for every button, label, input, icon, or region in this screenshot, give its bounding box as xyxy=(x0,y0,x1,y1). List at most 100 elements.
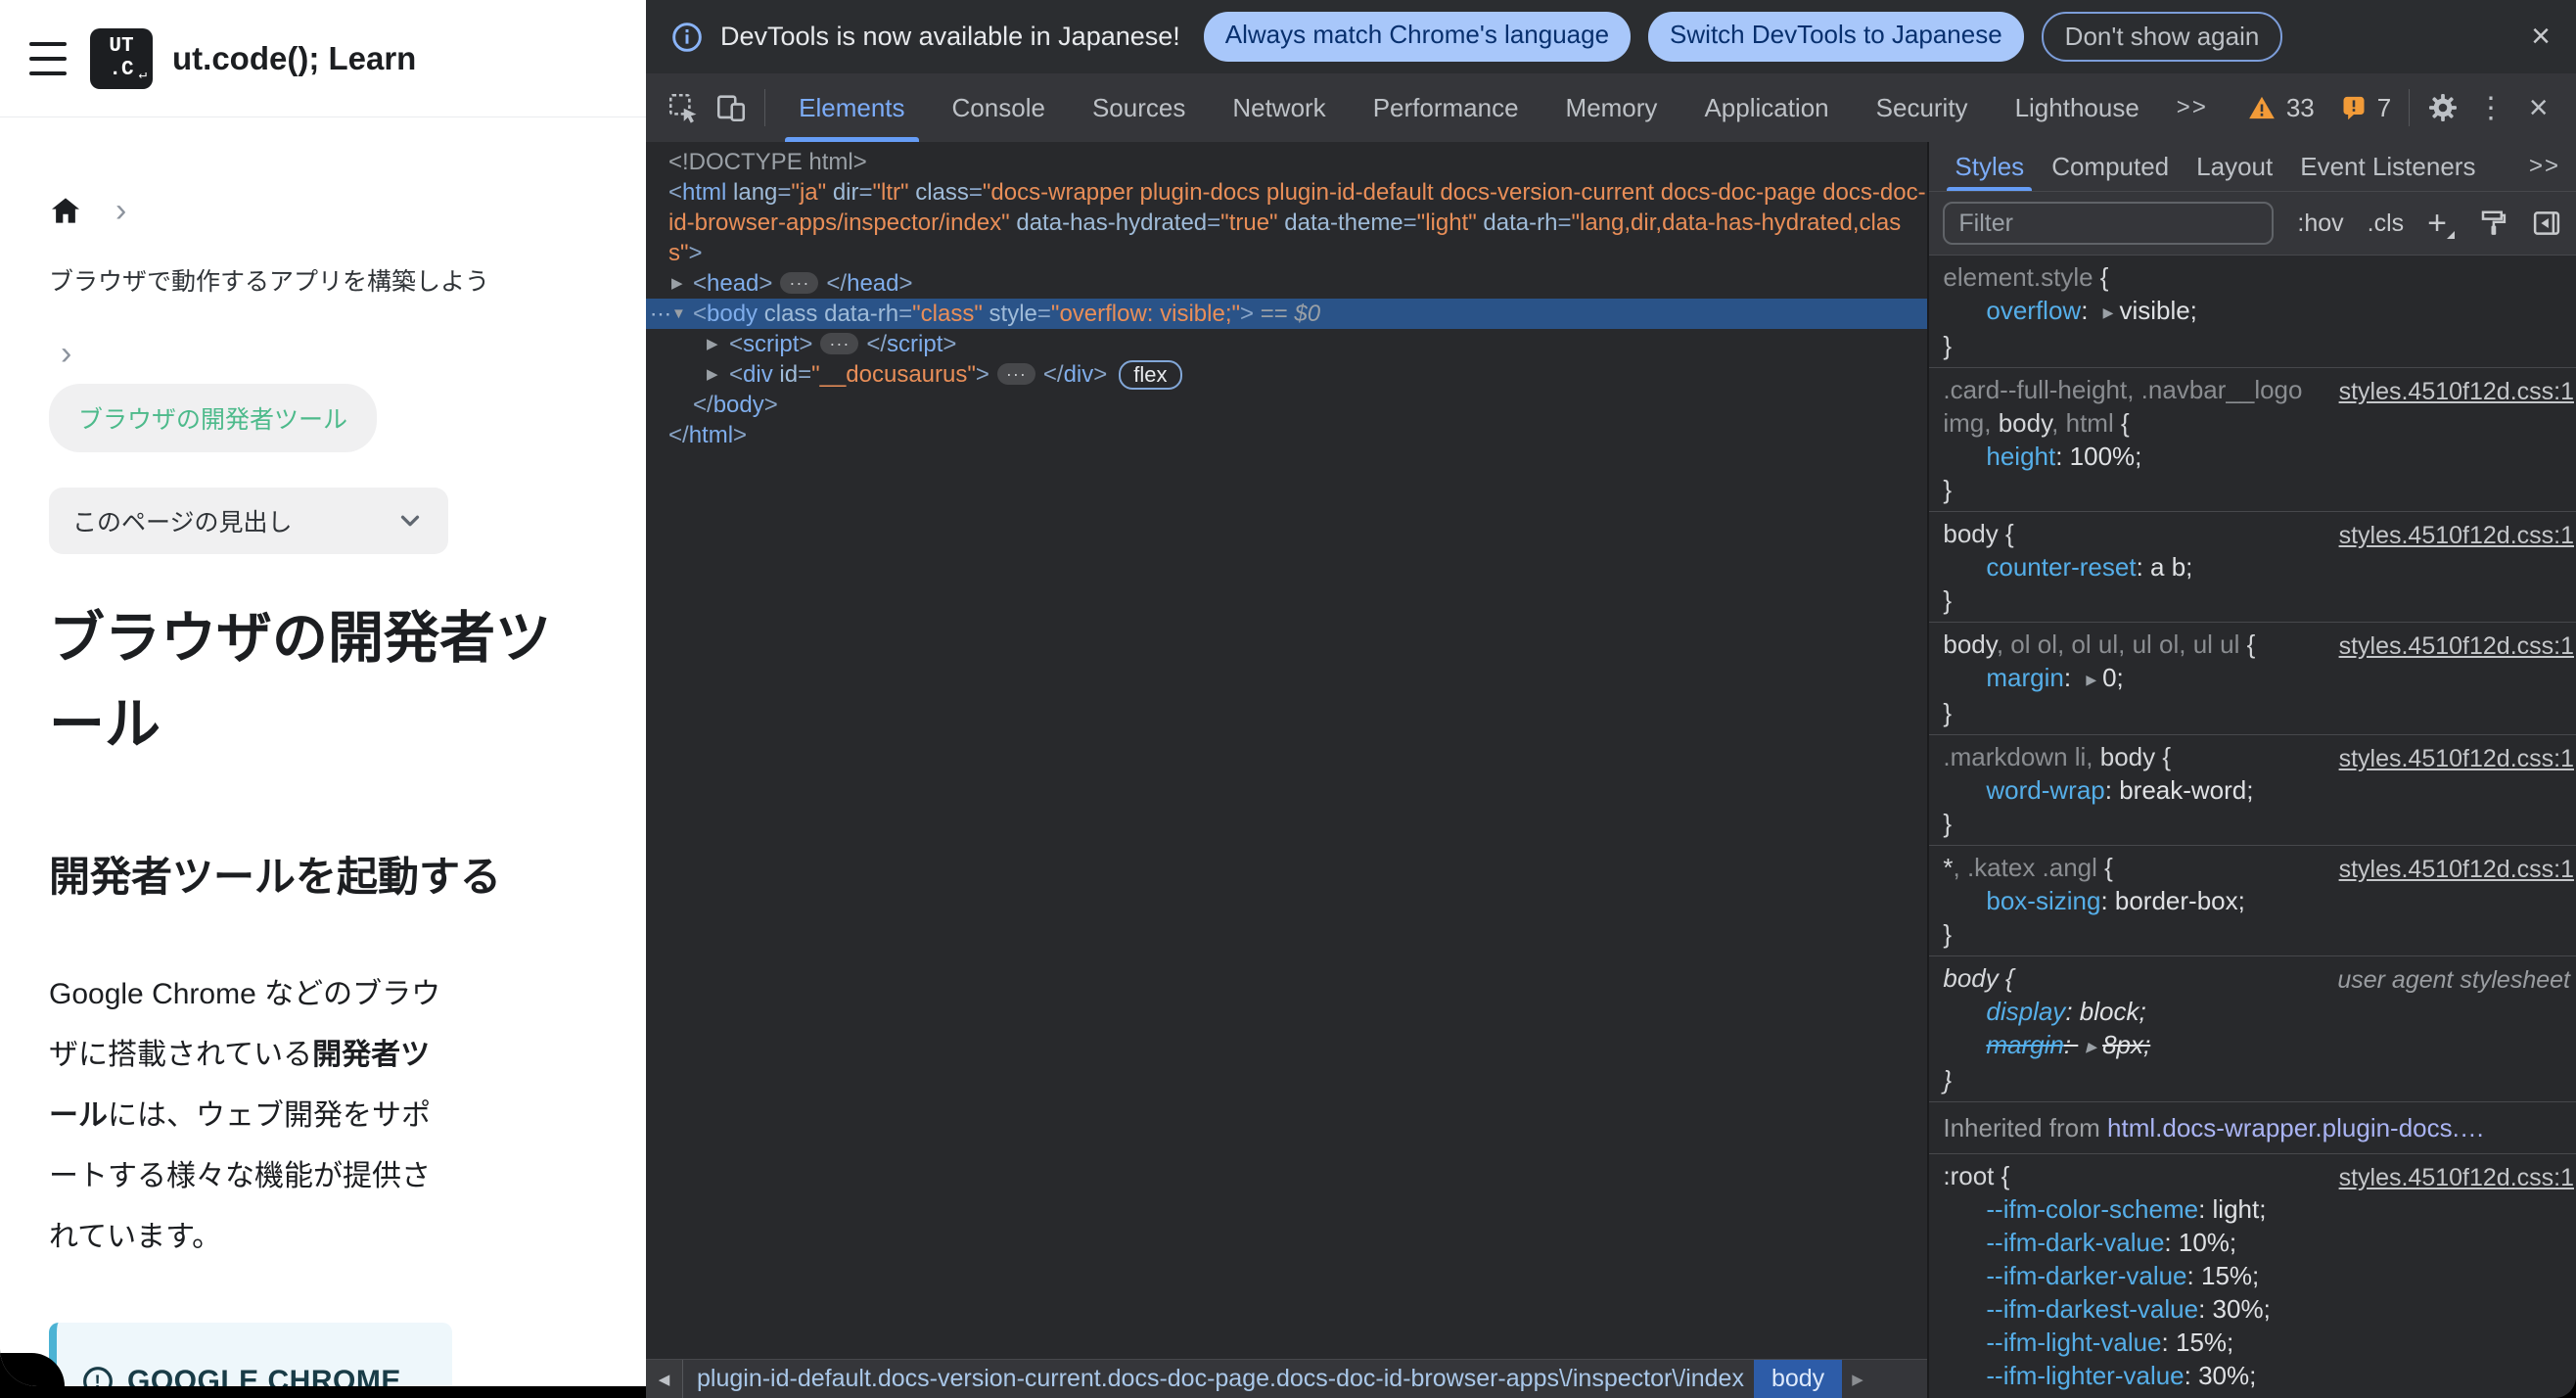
css-rule[interactable]: styles.4510f12d.css:1 *, .katex .angl {bo… xyxy=(1929,846,2576,956)
css-property[interactable]: height: 100%; xyxy=(1943,440,2576,473)
stylesheet-source-link[interactable]: styles.4510f12d.css:1 xyxy=(2339,519,2574,552)
format-brush-icon[interactable] xyxy=(2478,209,2507,238)
tab-elements[interactable]: Elements xyxy=(775,73,928,142)
dom-node[interactable]: </html> xyxy=(646,420,1927,450)
styles-tab-event-listeners[interactable]: Event Listeners xyxy=(2286,142,2489,191)
expand-ellipsis-button[interactable]: ··· xyxy=(996,363,1035,385)
tab-performance[interactable]: Performance xyxy=(1350,73,1542,142)
breadcrumb-item-current[interactable]: ブラウザの開発者ツール xyxy=(49,384,378,452)
flex-badge[interactable]: flex xyxy=(1119,360,1182,390)
css-property[interactable]: --ifm-color-scheme: light; xyxy=(1943,1192,2576,1226)
disclosure-down-icon[interactable]: ▼ xyxy=(671,299,686,329)
stylesheet-source-link[interactable]: styles.4510f12d.css:1 xyxy=(2339,853,2574,886)
stylesheet-source-label: user agent stylesheet xyxy=(2337,966,2570,994)
css-property[interactable]: --ifm-darker-value: 15%; xyxy=(1943,1259,2576,1292)
dom-breadcrumb-selected[interactable]: body xyxy=(1753,1360,1843,1398)
css-rule[interactable]: styles.4510f12d.css:1 body {counter-reset… xyxy=(1929,512,2576,623)
css-property[interactable]: box-sizing: border-box; xyxy=(1943,884,2576,917)
css-rule[interactable]: styles.4510f12d.css:1:root {--ifm-color-… xyxy=(1929,1154,2576,1398)
rule-closing-brace: } xyxy=(1943,331,1953,360)
issues-counter[interactable]: 7 xyxy=(2340,93,2391,123)
infobar-button-don-t-show-again[interactable]: Don't show again xyxy=(2041,12,2283,62)
css-property[interactable]: word-wrap: break-word; xyxy=(1943,773,2576,807)
breadcrumb-next-button[interactable]: ▶ xyxy=(1852,1371,1863,1388)
css-rule[interactable]: user agent stylesheet body {display: bloc… xyxy=(1929,956,2576,1102)
css-rule[interactable]: styles.4510f12d.css:1 .card--full-height,… xyxy=(1929,368,2576,512)
styles-more-tabs-button[interactable]: >> xyxy=(2529,153,2560,180)
site-logo[interactable]: UT .C ↵ xyxy=(90,27,153,89)
tab-sources[interactable]: Sources xyxy=(1069,73,1209,142)
infobar-button-switch-devtools-to-japanese[interactable]: Switch DevTools to Japanese xyxy=(1648,12,2024,62)
disclosure-right-icon[interactable]: ▶ xyxy=(671,268,683,299)
devtools-close-icon[interactable]: × xyxy=(2518,86,2558,129)
home-icon[interactable] xyxy=(49,195,82,226)
disclosure-right-icon[interactable]: ▶ xyxy=(707,359,718,390)
dom-node[interactable]: </body> xyxy=(646,390,1927,420)
breadcrumb-item-category[interactable]: ブラウザで動作するアプリを構築しよう xyxy=(49,262,646,298)
css-property[interactable]: margin: ▶ 8px; xyxy=(1943,1028,2576,1063)
stylesheet-source-link[interactable]: styles.4510f12d.css:1 xyxy=(2339,375,2574,408)
expand-value-icon[interactable]: ▶ xyxy=(2086,1030,2096,1063)
dom-node[interactable]: ▶ <div id="__docusaurus"> ··· </div> flex xyxy=(646,359,1927,390)
inherited-node-link[interactable]: html.docs-wrapper.plugin-docs.… xyxy=(2107,1113,2485,1142)
dom-node[interactable]: s"> xyxy=(646,238,1927,268)
tab-console[interactable]: Console xyxy=(929,73,1069,142)
tab-application[interactable]: Application xyxy=(1680,73,1852,142)
dom-node[interactable]: ▶ <script> ··· </script> xyxy=(646,329,1927,359)
css-rule[interactable]: styles.4510f12d.css:1 body, ol ol, ol ul,… xyxy=(1929,623,2576,735)
infobar-buttons: Always match Chrome's language Switch Dev… xyxy=(1203,12,2283,62)
tab-lighthouse[interactable]: Lighthouse xyxy=(1992,73,2163,142)
css-property[interactable]: overflow: ▶ visible; xyxy=(1943,294,2576,329)
dom-node[interactable]: <html lang="ja" dir="ltr" class="docs-wr… xyxy=(646,177,1927,208)
styles-filter-input[interactable] xyxy=(1943,202,2275,245)
dom-node[interactable]: id-browser-apps/inspector/index" data-ha… xyxy=(646,208,1927,238)
dom-breadcrumb-path[interactable]: plugin-id-default.docs-version-current.d… xyxy=(697,1365,1744,1393)
node-menu-dots-icon[interactable]: ⋯ xyxy=(650,299,672,329)
stylesheet-source-link[interactable]: styles.4510f12d.css:1 xyxy=(2339,742,2574,775)
toggle-hover-state[interactable]: :hov xyxy=(2297,210,2343,238)
expand-value-icon[interactable]: ▶ xyxy=(2086,663,2096,696)
css-property[interactable]: counter-reset: a b; xyxy=(1943,550,2576,583)
css-property[interactable]: --ifm-lightest-value: 50%; xyxy=(1943,1392,2576,1398)
kebab-menu-icon[interactable]: ⋮ xyxy=(2471,86,2511,129)
expand-ellipsis-button[interactable]: ··· xyxy=(780,272,819,294)
more-tabs-button[interactable]: >> xyxy=(2163,94,2222,121)
tab-security[interactable]: Security xyxy=(1853,73,1992,142)
styles-tab-computed[interactable]: Computed xyxy=(2038,142,2183,191)
infobar-close-icon[interactable]: × xyxy=(2531,18,2551,56)
dom-node[interactable]: <!DOCTYPE html> xyxy=(646,147,1927,177)
breadcrumb-back-button[interactable]: ◀ xyxy=(646,1360,683,1398)
dom-node[interactable]: ▶ <head> ··· </head> xyxy=(646,268,1927,299)
hamburger-menu-icon[interactable] xyxy=(29,41,67,75)
css-rule[interactable]: element.style {overflow: ▶ visible;} xyxy=(1929,256,2576,368)
inspect-element-icon[interactable] xyxy=(664,86,704,129)
stylesheet-source-link[interactable]: styles.4510f12d.css:1 xyxy=(2339,1161,2574,1194)
css-property[interactable]: --ifm-dark-value: 10%; xyxy=(1943,1226,2576,1259)
expand-value-icon[interactable]: ▶ xyxy=(2103,296,2114,329)
css-property[interactable]: display: block; xyxy=(1943,995,2576,1028)
css-property[interactable]: --ifm-light-value: 15%; xyxy=(1943,1326,2576,1359)
infobar-button-always-match-chrome-s-language[interactable]: Always match Chrome's language xyxy=(1203,12,1632,62)
tab-memory[interactable]: Memory xyxy=(1542,73,1681,142)
dom-node-selected[interactable]: ⋯ ▼ <body class data-rh="class" style="ove… xyxy=(646,299,1928,329)
expand-ellipsis-button[interactable]: ··· xyxy=(820,333,859,354)
stylesheet-source-link[interactable]: styles.4510f12d.css:1 xyxy=(2339,629,2574,663)
site-title[interactable]: ut.code(); Learn xyxy=(172,40,416,77)
warnings-counter[interactable]: 33 xyxy=(2247,93,2315,123)
styles-tab-layout[interactable]: Layout xyxy=(2183,142,2286,191)
css-property[interactable]: --ifm-darkest-value: 30%; xyxy=(1943,1292,2576,1326)
toc-collapsible[interactable]: このページの見出し xyxy=(49,488,448,554)
toggle-element-classes[interactable]: .cls xyxy=(2368,210,2405,238)
css-property[interactable]: margin: ▶ 0; xyxy=(1943,661,2576,696)
settings-gear-icon[interactable] xyxy=(2423,86,2463,129)
tab-network[interactable]: Network xyxy=(1209,73,1349,142)
css-rule[interactable]: styles.4510f12d.css:1 .markdown li, body … xyxy=(1929,735,2576,846)
css-property[interactable]: --ifm-lighter-value: 30%; xyxy=(1943,1359,2576,1392)
toggle-sidebar-icon[interactable] xyxy=(2531,209,2562,238)
logo-line2: .C xyxy=(109,58,134,81)
styles-tab-styles[interactable]: Styles xyxy=(1941,142,2038,191)
rule-closing-brace: } xyxy=(1943,1065,1953,1095)
device-toolbar-icon[interactable] xyxy=(712,86,752,129)
disclosure-right-icon[interactable]: ▶ xyxy=(707,329,718,359)
new-style-rule-icon[interactable]: + xyxy=(2427,205,2455,243)
